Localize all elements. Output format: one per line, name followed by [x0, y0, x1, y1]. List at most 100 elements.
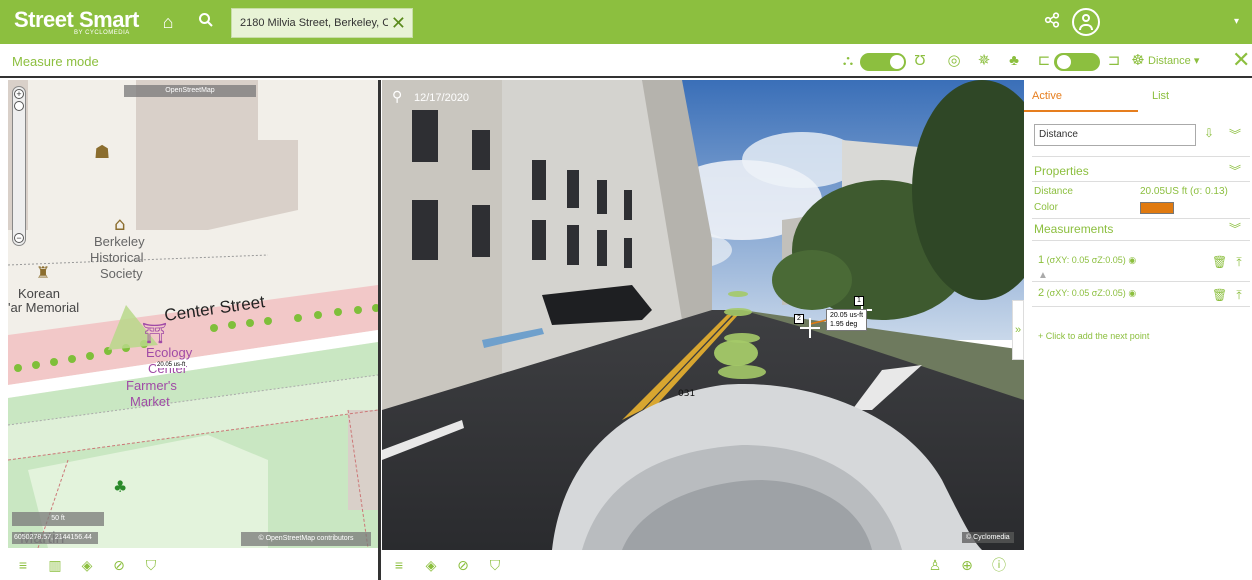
smart-click-toggle[interactable] [860, 53, 906, 71]
map-label-korean: Korean [18, 286, 60, 301]
zoom-in-button[interactable]: + [14, 89, 24, 99]
clear-search-icon[interactable]: ✕ [391, 12, 406, 34]
share-icon[interactable] [1040, 10, 1064, 34]
prop-color-key: Color [1034, 202, 1058, 213]
add-next-point[interactable]: + Click to add the next point [1038, 331, 1149, 341]
measurement-name-input[interactable]: Distance [1034, 124, 1196, 146]
measure-distance-icon[interactable]: ☸ [1128, 52, 1148, 70]
measure-distance-text: 20.05 us-ft [830, 312, 864, 319]
view-mode-toggle[interactable] [1054, 53, 1100, 71]
map-scale-bar: 50 ft [12, 512, 104, 526]
pin-top-icon[interactable]: ⤒ [1232, 288, 1246, 303]
divider [1032, 156, 1250, 157]
network-icon[interactable]: ♣ [1004, 52, 1024, 70]
svg-text:⛩: ⛩ [142, 321, 167, 345]
marker-icon[interactable]: ⛉ [142, 556, 160, 574]
point-number: 2 [1038, 287, 1045, 299]
visibility-off-icon[interactable]: ⊘ [110, 556, 128, 574]
address-search-box[interactable]: 2180 Milvia Street, Berkeley, Cali ✕ [231, 8, 413, 38]
pin-top-icon[interactable]: ⤒ [1232, 255, 1246, 270]
measure-side-panel: Active List Distance ⇩ ︾ Properties ︾ Di… [1024, 80, 1252, 580]
panorama-view[interactable]: 031 ⚲ 12/17/2020 1 2 20.05 us-ft 1.95 de… [382, 80, 1024, 550]
mode-label: Measure mode [12, 54, 99, 69]
zoom-slider[interactable]: + − [12, 86, 26, 246]
panorama-canvas[interactable]: 031 [382, 80, 1024, 550]
top-bar: Street Smart BY CYCLOMEDIA ⌂ 2180 Milvia… [0, 0, 1252, 44]
measure-type-select[interactable]: Distance ▾ [1148, 54, 1199, 67]
map-icon[interactable]: ▥ [46, 556, 64, 574]
map-measure-label: 20.05 us-ft [156, 362, 187, 368]
layers-icon[interactable]: ◈ [78, 556, 96, 574]
point-accuracy: (σXY: 0.05 σZ:0.05) [1046, 255, 1126, 265]
map-label-society3: Society [100, 266, 143, 281]
close-measure-icon[interactable]: ✕ [1232, 48, 1250, 72]
menu-caret-icon[interactable]: ▾ [1234, 16, 1239, 27]
pano-visibility-off-icon[interactable]: ⊘ [454, 556, 472, 574]
map-label-farmers2: Market [130, 394, 170, 409]
color-swatch[interactable] [1140, 202, 1174, 214]
zoom-handle[interactable] [14, 101, 24, 111]
measure-point-2[interactable]: 2 [794, 314, 804, 324]
measure-type-value[interactable]: Distance [1148, 55, 1191, 67]
measurement-point-1[interactable]: 1 (σXY: 0.05 σZ:0.05) ◉ [1038, 254, 1136, 266]
pano-layers-icon[interactable]: ◈ [422, 556, 440, 574]
measurement-point-2[interactable]: 2 (σXY: 0.05 σZ:0.05) ◉ [1038, 287, 1136, 299]
pane-divider[interactable] [378, 80, 381, 580]
smart-click-icon[interactable]: ⛬ [838, 52, 858, 70]
zoom-out-button[interactable]: − [14, 233, 24, 243]
divider [1032, 240, 1250, 241]
split-view-icon[interactable]: ⊐ [1104, 52, 1124, 70]
tab-active[interactable]: Active [1024, 80, 1138, 112]
svg-text:♜: ♜ [36, 263, 50, 282]
svg-text:☗: ☗ [94, 142, 110, 163]
target-icon[interactable]: ◉ [1128, 255, 1136, 265]
map-view[interactable]: ☗ ⌂ ♜ ♣ ⛩ + − OpenStreetMap Berkeley His… [8, 80, 378, 548]
address-search-value[interactable]: 2180 Milvia Street, Berkeley, Cali [240, 17, 388, 29]
move-icon[interactable]: ✵ [974, 52, 994, 70]
svg-text:⌂: ⌂ [114, 214, 125, 235]
measure-toolbar: Measure mode ⛬ Ʊ ◎ ✵ ♣ ⊏ ⊐ ☸ Distance ▾ … [0, 44, 1252, 78]
pano-marker-icon[interactable]: ⛉ [486, 556, 504, 574]
map-label-farmers1: Farmer's [126, 378, 177, 393]
expand-panel-button[interactable]: » [1012, 300, 1024, 360]
collapse-icon[interactable]: ︾ [1228, 126, 1242, 143]
map-source-label[interactable]: OpenStreetMap [124, 85, 256, 97]
svg-text:♣: ♣ [113, 477, 127, 496]
search-icon[interactable] [194, 10, 218, 34]
pano-info-icon[interactable]: ⓘ [990, 556, 1008, 574]
map-label-society2: Historical [90, 250, 144, 265]
pano-person-icon[interactable]: ♙ [926, 556, 944, 574]
magnet-icon[interactable]: Ʊ [910, 52, 930, 70]
panorama-bottom-bar: ≡ ◈ ⊘ ⛉ ♙ ⊕ ⓘ [382, 550, 1024, 580]
target-icon[interactable]: ◎ [944, 52, 964, 70]
map-attribution[interactable]: © OpenStreetMap contributors [241, 532, 371, 546]
map-coordinates: 6050278.57, 2144156.44 [12, 532, 98, 544]
panorama-attribution: © Cyclomedia [962, 532, 1014, 543]
download-icon[interactable]: ⇩ [1202, 126, 1216, 140]
single-view-icon[interactable]: ⊏ [1034, 52, 1054, 70]
prop-distance-key: Distance [1034, 186, 1073, 197]
pano-search-icon[interactable]: ⚲ [392, 88, 402, 105]
properties-collapse-icon[interactable]: ︾ [1228, 162, 1242, 179]
divider [1032, 218, 1250, 219]
menu-icon[interactable]: ≡ [14, 556, 32, 574]
pano-locate-icon[interactable]: ⊕ [958, 556, 976, 574]
pano-menu-icon[interactable]: ≡ [390, 556, 408, 574]
measure-point-1[interactable]: 1 [854, 296, 864, 306]
tab-list[interactable]: List [1144, 80, 1252, 112]
measure-angle-text: 1.95 deg [830, 321, 858, 328]
delete-icon[interactable]: 🗑 [1212, 288, 1227, 302]
app-logo-subtitle: BY CYCLOMEDIA [74, 30, 130, 36]
prop-distance-value: 20.05US ft (σ: 0.13) [1140, 186, 1228, 197]
divider [1032, 281, 1250, 282]
delete-icon[interactable]: 🗑 [1212, 255, 1227, 269]
properties-header[interactable]: Properties [1034, 164, 1089, 178]
map-label-memorial: 'ar Memorial [8, 300, 80, 315]
home-icon[interactable]: ⌂ [156, 10, 180, 34]
target-icon[interactable]: ◉ [1128, 288, 1136, 298]
map-bottom-bar: ≡ ▥ ◈ ⊘ ⛉ [8, 550, 378, 580]
measurements-header[interactable]: Measurements [1034, 222, 1113, 236]
measurements-collapse-icon[interactable]: ︾ [1228, 220, 1242, 237]
divider [1032, 306, 1250, 307]
user-icon[interactable] [1072, 8, 1100, 36]
